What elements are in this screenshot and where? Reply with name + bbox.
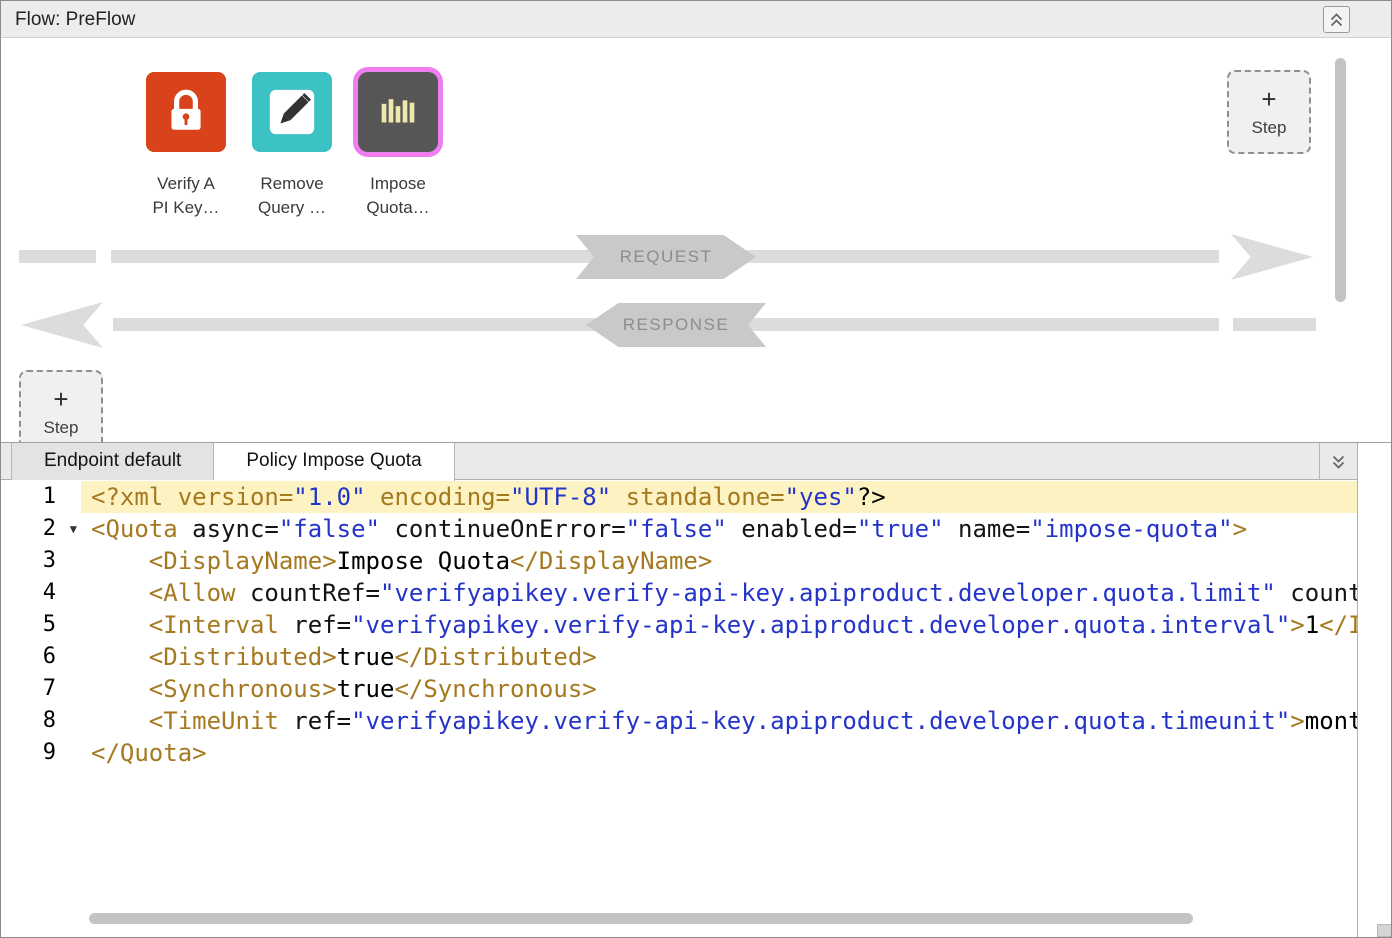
add-response-step-button[interactable]: + Step [19,370,103,442]
line-number: 8 [1,705,81,737]
code-line: 3 <DisplayName>Impose Quota</DisplayName… [1,545,1357,577]
code-line-content[interactable]: </Quota> [81,737,1357,769]
response-flow-line-segment [1233,318,1316,331]
code-editor[interactable]: 1<?xml version="1.0" encoding="UTF-8" st… [1,481,1357,937]
line-number: 6 [1,641,81,673]
code-line: 4 <Allow countRef="verifyapikey.verify-a… [1,577,1357,609]
code-line-content[interactable]: <Allow countRef="verifyapikey.verify-api… [81,577,1357,609]
plus-icon: + [21,384,101,414]
double-chevron-up-icon [1328,12,1345,28]
code-line-content[interactable]: <TimeUnit ref="verifyapikey.verify-api-k… [81,705,1357,737]
code-line: 5 <Interval ref="verifyapikey.verify-api… [1,609,1357,641]
policy-verify-a-pi-key[interactable]: Verify API Key… [142,72,230,220]
editor-scroll-gutter [1357,443,1392,937]
code-line: 8 <TimeUnit ref="verifyapikey.verify-api… [1,705,1357,737]
policy-label: RemoveQuery … [258,172,326,220]
request-arrowhead-icon [1231,234,1313,280]
code-line: 9</Quota> [1,737,1357,769]
flow-canvas: Verify API Key… RemoveQuery … ImposeQuota…… [1,38,1391,442]
policy-list: Verify API Key… RemoveQuery … ImposeQuota… [142,72,442,220]
code-line: 6 <Distributed>true</Distributed> [1,641,1357,673]
code-line-content[interactable]: <Distributed>true</Distributed> [81,641,1357,673]
scrollbar-corner [1377,924,1392,937]
code-line: 7 <Synchronous>true</Synchronous> [1,673,1357,705]
code-line-content[interactable]: <Interval ref="verifyapikey.verify-api-k… [81,609,1357,641]
line-number: 9 [1,737,81,769]
flow-header: Flow: PreFlow [1,1,1391,38]
response-label: RESPONSE [586,303,766,347]
line-number: 4 [1,577,81,609]
add-request-step-button[interactable]: + Step [1227,70,1311,154]
response-arrowhead-icon [21,302,103,348]
request-flow-line-segment [19,250,96,263]
fold-caret-icon[interactable]: ▼ [70,513,77,545]
line-number: 3 [1,545,81,577]
tab-policy-impose-quota[interactable]: Policy Impose Quota [214,443,454,481]
line-number: 2▼ [1,513,81,545]
flow-vertical-scrollbar[interactable] [1335,58,1346,302]
code-line: 1<?xml version="1.0" encoding="UTF-8" st… [1,481,1357,513]
collapse-editor-button[interactable] [1319,443,1357,480]
editor-tab-bar: Endpoint defaultPolicy Impose Quota [1,443,1357,480]
pencil-icon [252,72,332,152]
line-number: 7 [1,673,81,705]
double-chevron-down-icon [1330,454,1347,470]
collapse-flow-button[interactable] [1323,6,1350,33]
policy-impose-quota[interactable]: ImposeQuota… [354,72,442,220]
editor-horizontal-scrollbar[interactable] [89,913,1193,924]
policy-remove-query[interactable]: RemoveQuery … [248,72,336,220]
line-number: 1 [1,481,81,513]
editor-panel: Endpoint defaultPolicy Impose Quota 1<?x… [1,442,1391,937]
line-number: 5 [1,609,81,641]
flow-title: Flow: PreFlow [15,9,135,31]
lock-icon [146,72,226,152]
apigee-flow-editor: Flow: PreFlow Verify API Key… RemoveQuery… [0,0,1392,938]
quota-bars-icon [358,72,438,152]
code-line-content[interactable]: <Synchronous>true</Synchronous> [81,673,1357,705]
code-line: 2▼<Quota async="false" continueOnError="… [1,513,1357,545]
code-line-content[interactable]: <DisplayName>Impose Quota</DisplayName> [81,545,1357,577]
add-step-label: Step [21,418,101,438]
code-line-content[interactable]: <Quota async="false" continueOnError="fa… [81,513,1357,545]
policy-label: Verify API Key… [152,172,219,220]
policy-label: ImposeQuota… [366,172,429,220]
tab-endpoint-default[interactable]: Endpoint default [11,443,214,480]
code-line-content[interactable]: <?xml version="1.0" encoding="UTF-8" sta… [81,481,1357,513]
request-label: REQUEST [576,235,756,279]
add-step-label: Step [1229,118,1309,138]
plus-icon: + [1229,84,1309,114]
